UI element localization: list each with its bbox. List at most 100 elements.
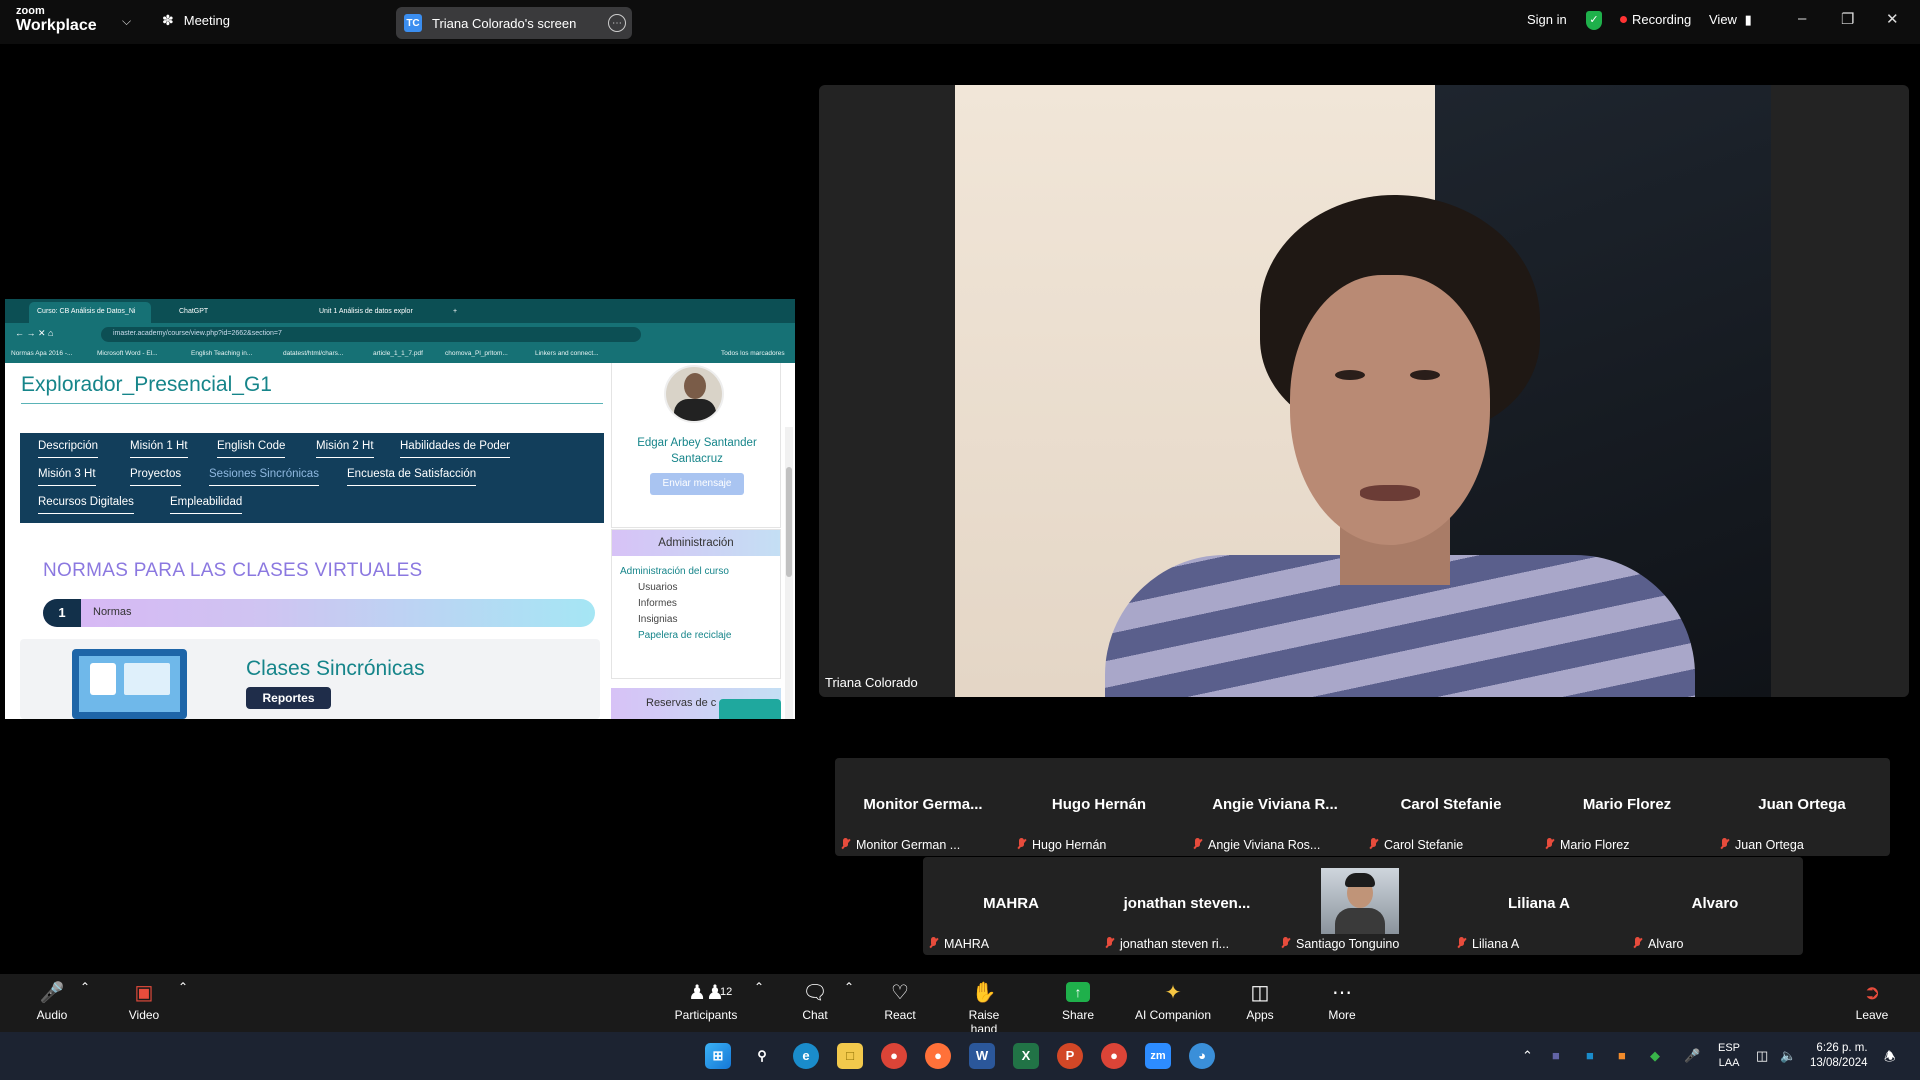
browser-nav-icons[interactable]: ← → ✕ ⌂ [15,328,53,339]
participant-tile[interactable]: Santiago Tonguino [1275,857,1451,955]
apps-button[interactable]: ◫ Apps [1240,980,1280,1022]
skype-icon[interactable]: ■ [1586,1048,1594,1063]
more-options-icon[interactable]: ⋯ [608,14,626,32]
security-shield-icon[interactable]: ✓ [1586,11,1602,30]
language-indicator[interactable]: ESP LAA [1718,1041,1740,1071]
recording-indicator[interactable]: Recording [1620,12,1691,27]
share-button[interactable]: ↑ Share [1058,980,1098,1022]
volume-icon[interactable]: 🔈 [1780,1048,1796,1064]
video-button[interactable]: ▣ Video [122,980,166,1022]
admin-link[interactable]: Administración del curso [620,566,729,577]
bookmark[interactable]: Linkers and connect... [535,350,599,357]
notification-chat-icon[interactable] [719,699,781,719]
admin-link[interactable]: Usuarios [638,582,677,593]
zoom-app-icon[interactable]: zm [1145,1043,1171,1069]
bookmark[interactable]: chomova_Pl_prltom... [445,350,508,357]
firefox-icon[interactable]: ● [925,1043,951,1069]
chrome-icon[interactable]: ● [881,1043,907,1069]
reportes-button[interactable]: Reportes [246,687,331,709]
normas-number: 1 [43,599,81,627]
react-button[interactable]: ♡ React [880,980,920,1022]
participant-tile[interactable]: Carol Stefanie Carol Stefanie [1363,758,1539,856]
course-tab[interactable]: Encuesta de Satisfacción [347,468,477,486]
normas-item[interactable]: 1 Normas [43,599,595,627]
raise-hand-button[interactable]: ✋ Raise hand [954,980,1014,1036]
leave-button[interactable]: ➲ Leave [1852,980,1892,1022]
shared-screen[interactable]: Curso: CB Análisis de Datos_Ni ChatGPT U… [5,299,795,719]
file-explorer-icon[interactable]: □ [837,1043,863,1069]
course-tab[interactable]: English Code [217,440,286,458]
course-tab[interactable]: Habilidades de Poder [400,440,510,458]
teams-icon[interactable]: ■ [1552,1048,1560,1063]
windows-start-icon[interactable]: ⊞ [705,1043,731,1069]
admin-link[interactable]: Papelera de reciclaje [638,630,731,641]
course-tab[interactable]: Recursos Digitales [38,496,134,514]
view-menu[interactable]: View ▮ [1709,12,1752,28]
bookmark[interactable]: English Teaching in... [191,350,252,357]
participant-tile[interactable]: Liliana A Liliana A [1451,857,1627,955]
bookmark[interactable]: article_1_1_7.pdf [373,350,423,357]
audio-options-icon[interactable]: ⌃ [80,980,90,994]
more-button[interactable]: ⋯ More [1322,980,1362,1022]
browser-tab[interactable]: Curso: CB Análisis de Datos_Ni [29,302,151,323]
network-icon[interactable]: ◫ [1756,1048,1768,1064]
participant-tile[interactable]: Alvaro Alvaro [1627,857,1803,955]
participant-tile[interactable]: Juan Ortega Juan Ortega [1714,758,1890,856]
video-off-icon: ▣ [134,982,154,1004]
mic-muted-icon [1457,937,1466,950]
participant-tile[interactable]: Mario Florez Mario Florez [1539,758,1715,856]
tray-overflow-icon[interactable]: ⌃ [1522,1048,1533,1064]
browser-tab[interactable]: Unit 1 Análisis de datos explor [311,302,435,323]
speaker-video-tile[interactable]: Triana Colorado [819,85,1909,697]
page-scrollbar[interactable] [785,427,793,719]
search-icon[interactable]: ⚲ [749,1043,775,1069]
restore-icon[interactable]: ❐ [1841,10,1854,28]
admin-link[interactable]: Informes [638,598,677,609]
taskbar-clock[interactable]: 6:26 p. m. 13/08/2024 [1810,1041,1868,1071]
course-tab[interactable]: Misión 2 Ht [316,440,374,458]
bookmark[interactable]: Normas Apa 2016 -... [11,350,72,357]
globe-app-icon[interactable]: ◕ [1189,1043,1215,1069]
chrome-icon[interactable]: ● [1101,1043,1127,1069]
participant-tile[interactable]: Hugo Hernán Hugo Hernán [1011,758,1187,856]
new-tab-icon[interactable]: + [445,302,465,323]
admin-link[interactable]: Insignias [638,614,677,625]
bookmark[interactable]: Todos los marcadores [721,350,785,357]
powerpoint-icon[interactable]: P [1057,1043,1083,1069]
course-tab[interactable]: Misión 1 Ht [130,440,188,458]
excel-icon[interactable]: X [1013,1043,1039,1069]
participant-tile[interactable]: Angie Viviana R... Angie Viviana Ros... [1187,758,1363,856]
participant-tile[interactable]: MAHRA MAHRA [923,857,1099,955]
sign-in-link[interactable]: Sign in [1527,12,1567,27]
screen-share-pill[interactable]: TC Triana Colorado's screen ⋯ [396,7,632,39]
course-tab[interactable]: Empleabilidad [170,496,243,514]
browser-tab[interactable]: ChatGPT [171,302,291,323]
edge-browser-icon[interactable]: e [793,1043,819,1069]
chat-button[interactable]: 🗨 Chat [795,980,835,1022]
minimize-icon[interactable]: – [1798,10,1806,27]
bookmark[interactable]: datatest/html/chars... [283,350,343,357]
chevron-down-icon[interactable]: ⌵ [122,14,131,29]
course-tab[interactable]: Proyectos [130,468,182,486]
participant-tile[interactable]: jonathan steven... jonathan steven ri... [1099,857,1275,955]
participants-options-icon[interactable]: ⌃ [754,980,764,994]
close-icon[interactable]: ✕ [1886,10,1899,28]
participant-tile[interactable]: Monitor Germa... Monitor German ... [835,758,1011,856]
send-message-button[interactable]: Enviar mensaje [650,473,744,495]
ai-companion-button[interactable]: ✦ AI Companion [1134,980,1212,1022]
tray-app-icon[interactable]: ■ [1618,1048,1626,1063]
microphone-tray-icon[interactable]: 🎤 [1684,1048,1700,1064]
word-icon[interactable]: W [969,1043,995,1069]
course-tab-selected[interactable]: Sesiones Sincrónicas [209,468,319,486]
video-options-icon[interactable]: ⌃ [178,980,188,994]
course-tab[interactable]: Descripción [38,440,99,458]
course-tab[interactable]: Misión 3 Ht [38,468,96,486]
meeting-menu[interactable]: ✽ Meeting [162,12,230,29]
bookmark[interactable]: Microsoft Word - El... [97,350,158,357]
audio-button[interactable]: 🎤 Audio [30,980,74,1022]
notification-bell-icon[interactable]: 🕭 [1884,1048,1896,1070]
security-tray-icon[interactable]: ◆ [1650,1048,1660,1064]
url-field[interactable]: imaster.academy/course/view.php?id=2662&… [101,327,641,342]
chat-options-icon[interactable]: ⌃ [844,980,854,994]
participant-name-text: MAHRA [944,937,990,951]
